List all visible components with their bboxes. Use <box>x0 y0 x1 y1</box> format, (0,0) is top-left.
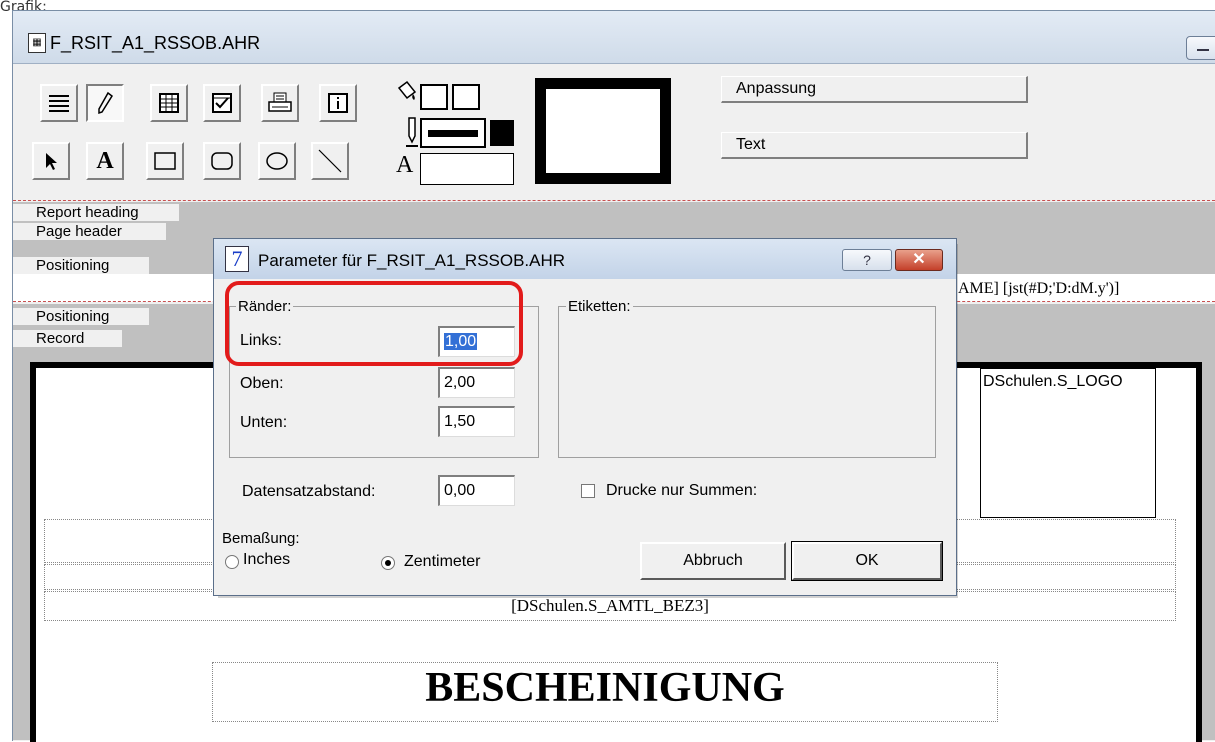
checklist-icon <box>212 93 232 113</box>
pen-icon[interactable] <box>404 116 420 150</box>
rounded-rectangle-icon <box>211 152 233 170</box>
highlight-annotation <box>225 281 523 366</box>
table-view-button[interactable] <box>150 84 188 122</box>
line-width-sample <box>428 130 478 137</box>
ellipse-tool-button[interactable] <box>258 142 296 180</box>
anpassung-button[interactable]: Anpassung <box>721 76 1028 103</box>
font-sample-label: A <box>396 152 414 178</box>
fill-bucket-icon[interactable] <box>393 80 421 108</box>
record-spacing-input[interactable]: 0,00 <box>438 475 515 506</box>
minimize-button[interactable] <box>1186 36 1215 60</box>
zentimeter-radio[interactable] <box>381 556 395 570</box>
ruler-line <box>13 200 1215 201</box>
print-sums-label: Drucke nur Summen: <box>606 482 758 499</box>
close-button[interactable]: ✕ <box>895 249 943 271</box>
header-expression[interactable]: AME] [jst(#D;'D:dM.y')] <box>958 280 1119 298</box>
ok-button[interactable]: OK <box>791 541 943 581</box>
field-info-button[interactable] <box>319 84 357 122</box>
field-icon <box>328 93 348 113</box>
arrow-cursor-icon <box>46 153 57 170</box>
record-spacing-label: Datensatzabstand: <box>242 483 376 500</box>
band-report-heading[interactable]: Report heading <box>13 204 179 221</box>
design-mode-button[interactable] <box>86 84 124 122</box>
cancel-button[interactable]: Abbruch <box>640 542 786 580</box>
form-view-button[interactable] <box>203 84 241 122</box>
logo-field-label: DSchulen.S_LOGO <box>983 373 1123 390</box>
inches-label: Inches <box>243 551 291 568</box>
help-button[interactable]: ? <box>842 249 892 271</box>
band-positioning-1[interactable]: Positioning <box>13 257 149 274</box>
labels-group <box>558 306 936 458</box>
print-preview-button[interactable] <box>261 84 299 122</box>
report-heading-text: BESCHEINIGUNG <box>425 665 785 711</box>
style-preview-inner <box>543 86 663 176</box>
rounded-rect-tool-button[interactable] <box>203 142 241 180</box>
minimize-icon <box>1197 49 1209 51</box>
line-width-selector[interactable] <box>420 118 486 148</box>
select-tool-button[interactable] <box>32 142 70 180</box>
band-record[interactable]: Record <box>13 330 122 347</box>
window-title: F_RSIT_A1_RSSOB.AHR <box>50 33 261 53</box>
fill-color-swatch-1[interactable] <box>420 84 448 110</box>
rectangle-tool-button[interactable] <box>146 142 184 180</box>
inches-radio[interactable] <box>225 555 239 569</box>
dialog-title: Parameter für F_RSIT_A1_RSSOB.AHR <box>258 251 566 270</box>
text-button[interactable]: Text <box>721 132 1028 159</box>
unten-label: Unten: <box>240 414 288 431</box>
band-page-header[interactable]: Page header <box>13 223 166 240</box>
pencil-icon <box>98 91 114 115</box>
text-tool-icon: A <box>96 147 114 174</box>
table-icon <box>159 93 179 113</box>
oben-input[interactable]: 2,00 <box>438 367 515 398</box>
amtl-bez-field: [DSchulen.S_AMTL_BEZ3] <box>511 596 709 615</box>
fill-color-swatch-2[interactable] <box>452 84 480 110</box>
rectangle-icon <box>154 152 176 170</box>
lines-icon <box>49 95 69 112</box>
labels-group-label: Etiketten: <box>566 298 633 315</box>
units-label: Bemaßung: <box>222 530 300 547</box>
unten-input[interactable]: 1,50 <box>438 406 515 437</box>
print-sums-checkbox[interactable] <box>581 484 595 498</box>
logo-field[interactable]: DSchulen.S_LOGO <box>980 368 1156 518</box>
app-icon: 7 <box>225 246 249 272</box>
line-icon <box>318 149 342 173</box>
style-preview <box>535 78 671 184</box>
text-tool-button[interactable]: A <box>86 142 124 180</box>
report-file-icon: ▦ <box>28 33 46 53</box>
align-lines-button[interactable] <box>40 84 78 122</box>
oben-label: Oben: <box>240 375 284 392</box>
ellipse-icon <box>266 152 288 170</box>
zentimeter-label: Zentimeter <box>404 553 481 570</box>
printer-icon <box>268 92 292 112</box>
band-positioning-2[interactable]: Positioning <box>13 308 149 325</box>
line-tool-button[interactable] <box>311 142 349 180</box>
font-selector[interactable] <box>420 153 514 185</box>
line-color-swatch[interactable] <box>490 120 514 146</box>
